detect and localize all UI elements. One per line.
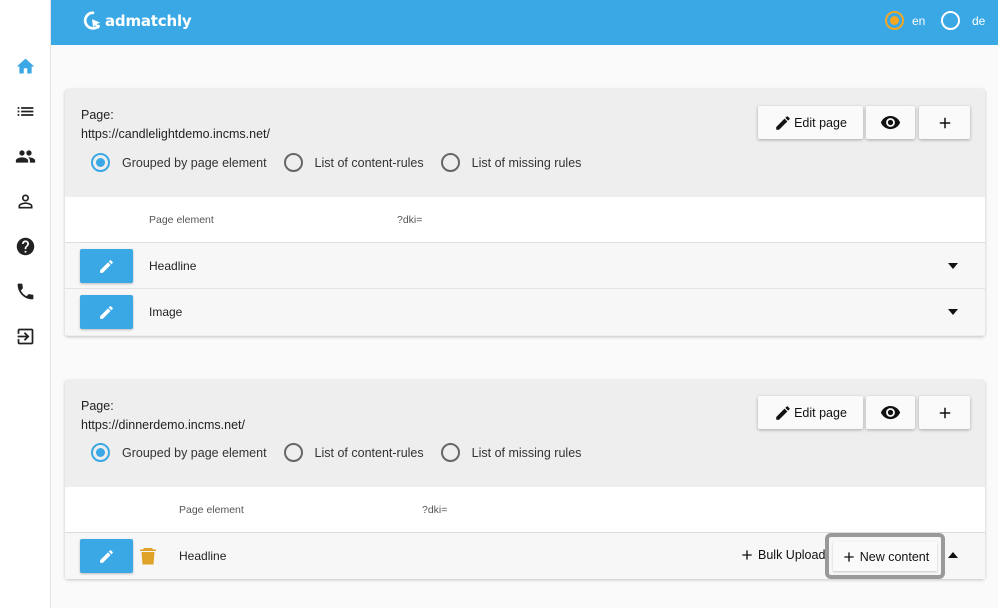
- view-grouped[interactable]: Grouped by page element: [91, 153, 267, 172]
- view-grouped[interactable]: Grouped by page element: [91, 443, 267, 462]
- element-name: Image: [149, 305, 183, 319]
- trash-icon[interactable]: [140, 547, 156, 565]
- person-icon: [18, 194, 32, 208]
- view-missing-rules-label: List of missing rules: [471, 445, 582, 460]
- edit-element-button[interactable]: [80, 539, 133, 573]
- eye-icon: [880, 115, 901, 130]
- lang-en[interactable]: en: [885, 11, 925, 30]
- radio-circle[interactable]: [91, 443, 110, 462]
- help-icon: [16, 237, 34, 255]
- phone-icon: [17, 283, 33, 299]
- col-dki: ?dki=: [422, 504, 448, 516]
- group-icon: [15, 149, 35, 163]
- lang-de[interactable]: de: [941, 11, 985, 30]
- view-content-rules[interactable]: List of content-rules: [283, 153, 424, 172]
- col-page-element: Page element: [179, 504, 244, 516]
- logout-icon: [17, 328, 33, 344]
- view-content-rules-label: List of content-rules: [314, 445, 424, 460]
- lang-en-radio[interactable]: [885, 11, 904, 30]
- view-options: Grouped by page element List of content-…: [91, 153, 598, 172]
- list-icon: [17, 106, 33, 116]
- nav-list[interactable]: [14, 100, 36, 122]
- page-card: Page: https://dinnerdemo.incms.net/ Grou…: [65, 380, 985, 579]
- pencil-icon: [776, 115, 790, 130]
- radio-circle[interactable]: [91, 153, 110, 172]
- new-content-label: New content: [859, 549, 930, 564]
- element-name: Headline: [149, 259, 197, 273]
- radio-circle[interactable]: [283, 153, 303, 172]
- view-grouped-label: Grouped by page element: [122, 155, 267, 170]
- home-icon: [16, 58, 34, 73]
- element-name: Headline: [179, 549, 227, 563]
- table-header: Page element ?dki=: [65, 487, 985, 533]
- page-elements-table: Page element ?dki= Headline Bulk Upload …: [65, 487, 985, 579]
- app-name: admatchly: [105, 12, 192, 30]
- bulk-upload-label: Bulk Upload: [758, 548, 826, 562]
- nav-home[interactable]: [14, 55, 36, 77]
- preview-button[interactable]: [866, 106, 915, 139]
- edit-page-label: Edit page: [794, 405, 847, 420]
- top-bar: admatchly en de: [51, 0, 998, 45]
- add-button[interactable]: [919, 106, 970, 139]
- edit-element-button[interactable]: [80, 295, 133, 329]
- nav-profile[interactable]: [14, 190, 36, 212]
- table-header: Page element ?dki=: [65, 197, 985, 243]
- table-row[interactable]: Image: [65, 289, 985, 335]
- new-content-button[interactable]: New content: [833, 542, 937, 571]
- col-dki: ?dki=: [397, 214, 423, 226]
- lang-de-label: de: [972, 13, 986, 28]
- pencil-icon: [100, 305, 113, 319]
- caret-up-icon[interactable]: [946, 550, 960, 560]
- col-page-element: Page element: [149, 214, 214, 226]
- pencil-icon: [776, 405, 790, 420]
- edit-page-label: Edit page: [794, 115, 847, 130]
- nav-logout[interactable]: [14, 325, 36, 347]
- plus-icon: [844, 551, 854, 562]
- radio-circle[interactable]: [440, 153, 460, 172]
- radio-circle[interactable]: [440, 443, 460, 462]
- table-row[interactable]: Headline: [65, 243, 985, 289]
- view-missing-rules[interactable]: List of missing rules: [440, 443, 582, 462]
- view-options: Grouped by page element List of content-…: [91, 443, 598, 462]
- nav-contact[interactable]: [14, 280, 36, 302]
- page-label: Page:: [81, 399, 114, 413]
- edit-element-button[interactable]: [80, 249, 133, 283]
- nav-users[interactable]: [14, 145, 36, 167]
- plus-icon: [742, 550, 752, 560]
- pencil-icon: [100, 259, 113, 273]
- edit-page-button[interactable]: Edit page: [758, 396, 863, 429]
- view-missing-rules-label: List of missing rules: [471, 155, 582, 170]
- logo-icon: [83, 11, 101, 30]
- view-grouped-label: Grouped by page element: [122, 445, 267, 460]
- pencil-icon: [100, 549, 113, 563]
- edit-page-button[interactable]: Edit page: [758, 106, 863, 139]
- view-missing-rules[interactable]: List of missing rules: [440, 153, 582, 172]
- caret-down-icon[interactable]: [946, 261, 960, 271]
- lang-de-radio[interactable]: [941, 11, 960, 30]
- lang-en-label: en: [912, 13, 926, 28]
- page-card: Page: https://candlelightdemo.incms.net/…: [65, 89, 985, 336]
- table-row[interactable]: Headline Bulk Upload New content: [65, 533, 985, 579]
- caret-down-icon[interactable]: [946, 307, 960, 317]
- add-button[interactable]: [919, 396, 970, 429]
- view-content-rules-label: List of content-rules: [314, 155, 424, 170]
- plus-icon: [939, 407, 950, 418]
- bulk-upload-button[interactable]: Bulk Upload: [739, 547, 825, 563]
- app-logo[interactable]: admatchly: [82, 10, 192, 32]
- plus-icon: [939, 117, 950, 128]
- new-content-highlight: New content: [825, 533, 945, 579]
- eye-icon: [880, 405, 901, 420]
- page-label: Page:: [81, 108, 114, 122]
- view-content-rules[interactable]: List of content-rules: [283, 443, 424, 462]
- page-url: https://dinnerdemo.incms.net/: [81, 418, 245, 432]
- preview-button[interactable]: [866, 396, 915, 429]
- page-url: https://candlelightdemo.incms.net/: [81, 127, 270, 141]
- radio-circle[interactable]: [283, 443, 303, 462]
- page-elements-table: Page element ?dki= Headline Image: [65, 197, 985, 335]
- sidebar: [0, 0, 51, 608]
- nav-help[interactable]: [14, 235, 36, 257]
